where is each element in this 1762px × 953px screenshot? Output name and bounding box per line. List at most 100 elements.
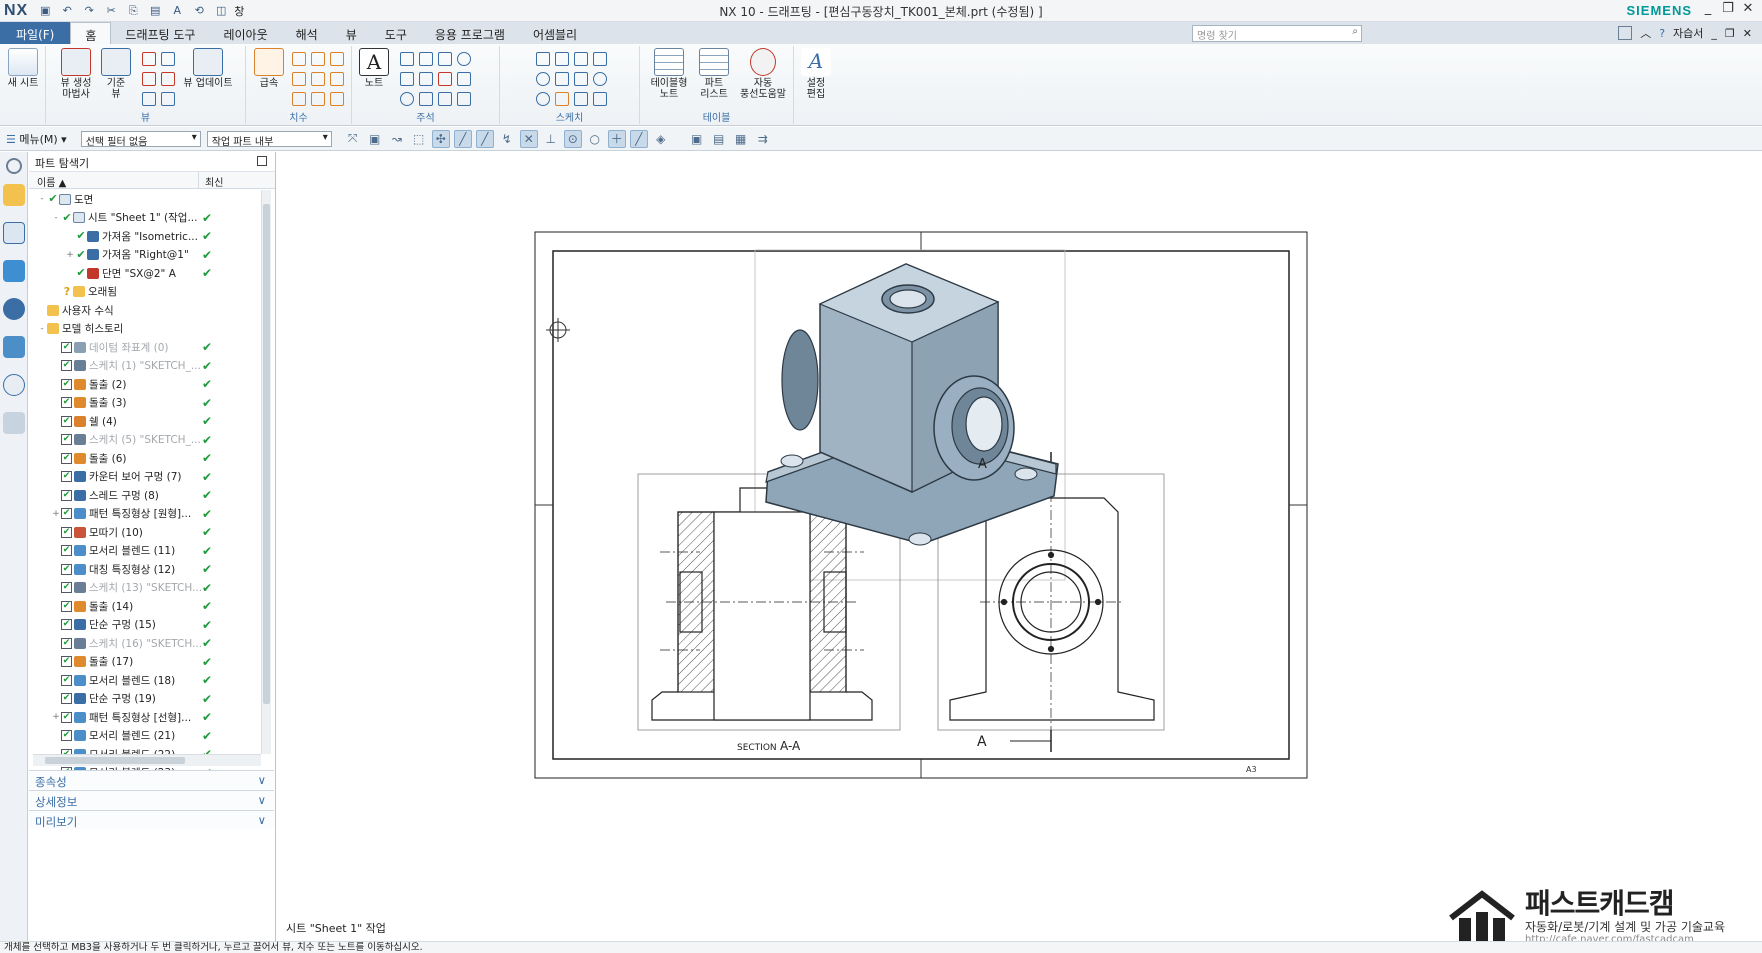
section-view-icon[interactable]	[161, 52, 175, 66]
collapse-ribbon-icon[interactable]: ︿	[1640, 25, 1651, 41]
navigator-horizontal-scrollbar[interactable]	[33, 754, 261, 766]
linear-dim-icon[interactable]	[292, 52, 306, 66]
arc-icon[interactable]	[593, 52, 607, 66]
line-icon[interactable]	[574, 52, 588, 66]
collapse-icon[interactable]: -	[51, 213, 61, 223]
command-search-input[interactable]: 명령 찾기 ⌕	[1192, 25, 1362, 42]
tree-row[interactable]: ✔ 돌출 (2) ✔	[29, 375, 261, 394]
drawing-sheet[interactable]: A3 SECTION A-A A A	[280, 152, 1762, 941]
tree-row[interactable]: ✔ 스케치 (5) "SKETCH_... ✔	[29, 431, 261, 450]
layer-settings-icon[interactable]: ⇉	[754, 130, 772, 148]
menu-button[interactable]: ☰ 메뉴(M) ▾	[0, 131, 75, 147]
repeat-command-icon[interactable]: ⟲	[190, 3, 208, 19]
centerline-icon[interactable]	[457, 52, 471, 66]
visibility-checkbox[interactable]: ✔	[61, 693, 72, 705]
tree-row[interactable]: ✔ 스케치 (1) "SKETCH_... ✔	[29, 357, 261, 376]
tree-row[interactable]: - ✔ 도면	[29, 190, 261, 209]
tree-row[interactable]: - 모델 히스토리	[29, 320, 261, 339]
ellipse-icon[interactable]	[536, 92, 550, 106]
arc-length-dim-icon[interactable]	[330, 72, 344, 86]
tree-row[interactable]: ✔ 돌출 (14) ✔	[29, 597, 261, 616]
note-button[interactable]: A 노트	[354, 48, 394, 89]
detail-view-icon[interactable]	[142, 72, 156, 86]
display-mode-icon[interactable]: ▦	[732, 130, 750, 148]
tree-row[interactable]: + ✔ 패턴 특징형상 [원형]... ✔	[29, 505, 261, 524]
close-doc-icon[interactable]: ✕	[1743, 27, 1752, 40]
visibility-checkbox[interactable]: ✔	[61, 471, 72, 483]
tree-row[interactable]: ✔ 데이텀 좌표계 (0) ✔	[29, 338, 261, 357]
visibility-checkbox[interactable]: ✔	[61, 452, 72, 464]
point-constructor-icon[interactable]: ◈	[652, 130, 670, 148]
feature-select-icon[interactable]: ↝	[388, 130, 406, 148]
surface-finish-icon[interactable]	[419, 72, 433, 86]
radial-dim-icon[interactable]	[311, 52, 325, 66]
tree-row[interactable]: - ✔ 시트 "Sheet 1" (작업... ✔	[29, 209, 261, 228]
minimize-icon[interactable]: _	[1698, 1, 1718, 16]
chevron-down-icon[interactable]: ∨	[258, 813, 266, 827]
part-navigator-icon[interactable]	[3, 222, 25, 244]
control-point-icon[interactable]: ↯	[498, 130, 516, 148]
annotation-more-icon[interactable]	[457, 92, 471, 106]
tab-view[interactable]: 뷰	[332, 22, 371, 44]
tree-row[interactable]: ✔ 단면 "SX@2" A ✔	[29, 264, 261, 283]
window-menu-icon[interactable]: ◫	[212, 3, 230, 19]
existing-point-icon[interactable]: ⊥	[542, 130, 560, 148]
visibility-checkbox[interactable]: ✔	[61, 563, 72, 575]
minimize-doc-icon[interactable]: _	[1711, 27, 1717, 40]
restore-doc-icon[interactable]: ❐	[1725, 27, 1735, 40]
history-icon[interactable]	[3, 336, 25, 358]
visibility-checkbox[interactable]: ✔	[61, 674, 72, 686]
scrollbar-thumb[interactable]	[45, 757, 185, 764]
visibility-checkbox[interactable]: ✔	[61, 526, 72, 538]
crosshatch-icon[interactable]	[438, 72, 452, 86]
redo-icon[interactable]: ↷	[80, 3, 98, 19]
edit-settings-button[interactable]: A 설정 편집	[796, 48, 836, 100]
help-icon[interactable]: ?	[1659, 27, 1665, 40]
visibility-checkbox[interactable]: ✔	[61, 378, 72, 390]
tab-layout[interactable]: 레이아웃	[209, 22, 281, 44]
view-fit-icon[interactable]: ▣	[688, 130, 706, 148]
tangent-point-icon[interactable]: ╱	[629, 129, 648, 148]
rectangle-icon[interactable]	[555, 52, 569, 66]
section-view-a-a[interactable]	[651, 487, 873, 721]
tree-row[interactable]: ✔ 스레드 구멍 (8) ✔	[29, 486, 261, 505]
visibility-checkbox[interactable]: ✔	[61, 397, 72, 409]
studio-spline-icon[interactable]	[574, 72, 588, 86]
tree-row[interactable]: ✔ 단순 구멍 (19) ✔	[29, 690, 261, 709]
type-filter-dropdown[interactable]: 선택 필터 없음	[80, 130, 201, 148]
image-icon[interactable]	[419, 92, 433, 106]
panel-preview[interactable]: 미리보기 ∨	[29, 810, 274, 829]
isometric-view[interactable]	[765, 263, 1059, 546]
search-icon[interactable]: ⌕	[1352, 26, 1358, 37]
coordinate-dim-icon[interactable]	[311, 92, 325, 106]
view-wizard-button[interactable]: 뷰 생성 마법사	[56, 48, 96, 100]
end-point-icon[interactable]: ╱	[453, 129, 472, 148]
projected-view-icon[interactable]	[142, 52, 156, 66]
tree-row[interactable]: ✔ 스케치 (13) "SKETCH... ✔	[29, 579, 261, 598]
scrollbar-thumb[interactable]	[263, 204, 270, 704]
thickness-dim-icon[interactable]	[311, 72, 325, 86]
select-region-icon[interactable]: ⬚	[410, 130, 428, 148]
panel-dependencies[interactable]: 종속성 ∨	[29, 770, 274, 789]
web-browser-icon[interactable]	[3, 298, 25, 320]
tree-row[interactable]: ✔ 대칭 특징형상 (12) ✔	[29, 560, 261, 579]
balloon-icon[interactable]	[400, 92, 414, 106]
tutorial-button[interactable]: 자습서	[1673, 25, 1703, 41]
tree-row[interactable]: 사용자 수식	[29, 301, 261, 320]
target-point-icon[interactable]	[438, 52, 452, 66]
fillet-icon[interactable]	[555, 92, 569, 106]
column-latest-header[interactable]: 최신	[199, 172, 229, 189]
circle-icon[interactable]	[536, 72, 550, 86]
tree-row[interactable]: ✔ 쉘 (4) ✔	[29, 412, 261, 431]
parts-list-button[interactable]: 파트 리스트	[694, 48, 734, 100]
polygon-icon[interactable]	[593, 72, 607, 86]
new-sheet-button[interactable]: 새 시트	[3, 48, 43, 89]
reuse-library-icon[interactable]	[3, 260, 25, 282]
navigator-vertical-scrollbar[interactable]	[261, 190, 271, 754]
angular-dim-icon[interactable]	[330, 52, 344, 66]
tree-row[interactable]: ? 오래됨	[29, 283, 261, 302]
visibility-checkbox[interactable]: ✔	[61, 600, 72, 612]
visibility-checkbox[interactable]: ✔	[61, 656, 72, 668]
base-view-button[interactable]: 기준 뷰	[96, 48, 136, 100]
visibility-checkbox[interactable]: ✔	[61, 360, 72, 372]
